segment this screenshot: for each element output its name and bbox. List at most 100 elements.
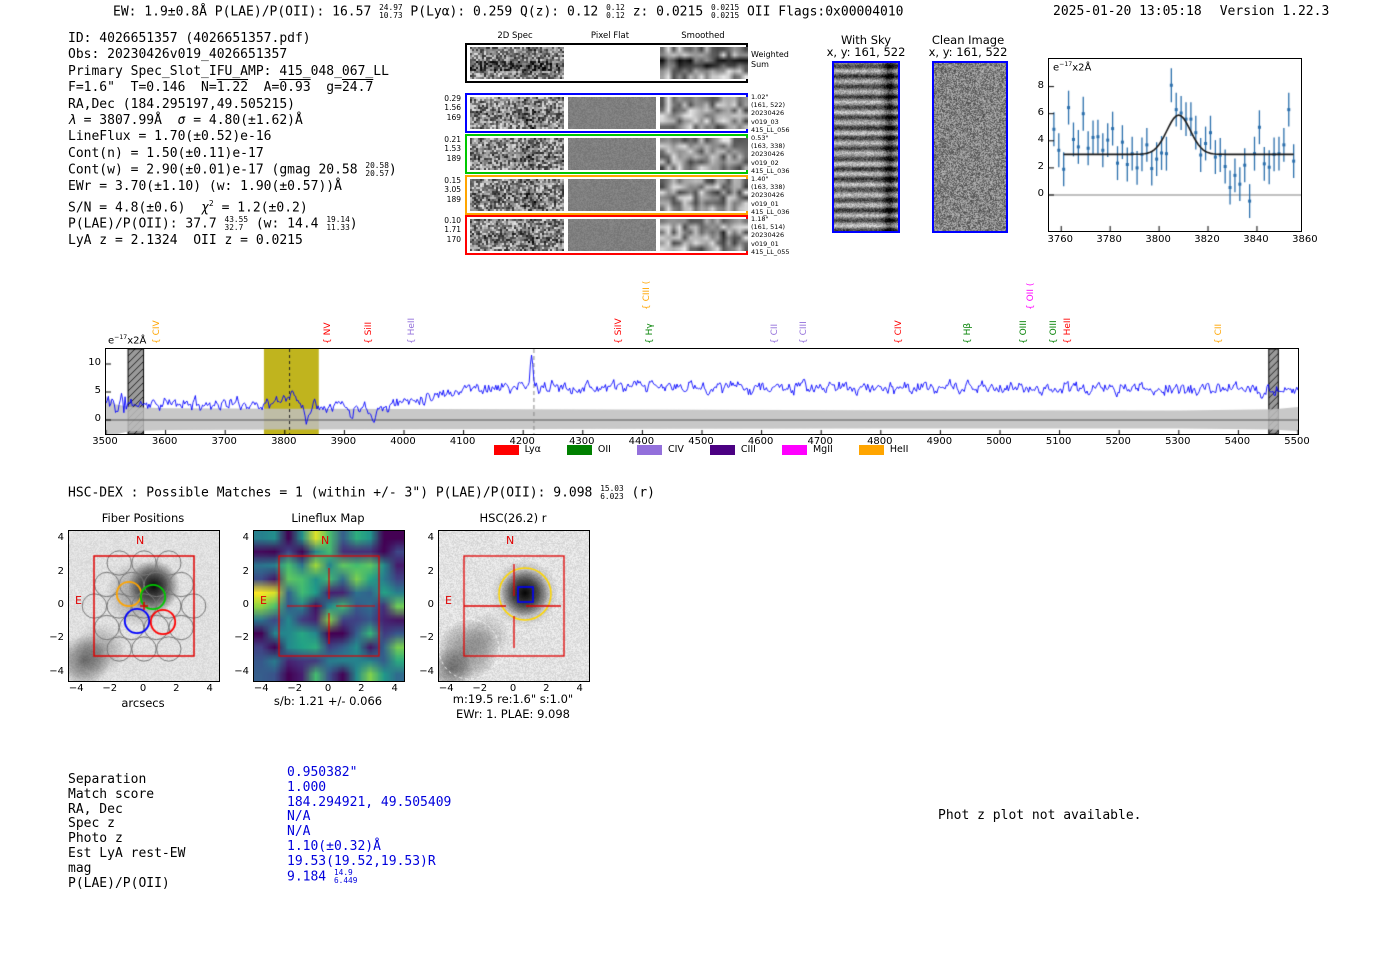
compass-n: N [506,534,515,547]
axis-tick-label: 3820 [1194,234,1220,245]
spec2d-image [470,219,564,251]
hsc-match-summary: HSC-DEX : Possible Matches = 1 (within +… [68,484,656,502]
axis-tick-label: 2 [358,683,365,694]
fiber-cutout-row [465,134,748,174]
full-spectrum-canvas [105,348,1299,435]
axis-tick-label: 4 [1037,133,1044,145]
pixel-flat-image [568,47,656,79]
axis-tick-label: 0 [1037,188,1044,199]
report-timestamp: 2025-01-20 13:05:18 Version 1.22.3 [1053,4,1329,19]
pixel-flat-image [568,138,656,170]
detection-info-block: ID: 4026651357 (4026651357.pdf) Obs: 2023… [68,31,397,250]
axis-tick-label: 5 [94,385,101,396]
info-line: Cont(n) = 1.50(±0.11)e-17 [68,145,264,161]
emission-line-label: { NV [322,322,333,344]
smoothed-image [660,47,748,79]
panel-caption: EWr: 1. PLAE: 9.098 [456,707,570,721]
axis-tick-label: −2 [102,683,118,694]
axis-tick-label: 8 [1037,79,1044,91]
axis-tick-label: 4100 [449,436,476,447]
axis-tick-label: 4200 [509,436,535,447]
lineflux-map-image [253,530,405,682]
emission-line-label: { HeII [1062,317,1073,344]
smoothed-image [660,138,748,170]
axis-tick-label: 5300 [1165,436,1191,447]
match-row-value: 0.950382" [287,765,358,780]
axis-tick-label: −2 [287,683,303,694]
match-row-value: N/A [287,809,311,825]
stacked-fraction: 0.12 0.12 [606,3,625,21]
fiber-weights-label: 0.21 1.53 189 [444,135,461,163]
axis-tick-label: 3840 [1243,234,1269,245]
info-line: S/N = 4.8(±0.6) χ2 = 1.2(±0.2) [68,198,308,215]
spec2d-image [470,97,564,129]
axis-tick-label: 4800 [867,436,893,447]
panel-caption: m:19.5 re:1.6" s:1.0" [452,692,574,706]
info-line: Cont(w) = 2.90(±0.01)e-17 (gmag 20.58 20… [68,161,397,179]
hsc-cutout-image [438,530,590,682]
clean-image [932,61,1008,233]
fiber-annotation: 1.40" (163, 338) 20230426 v019_01 415_LL_036 [751,175,790,216]
axis-tick-label: 2 [427,565,434,577]
info-line: ID: 4026651357 (4026651357.pdf) [68,31,311,46]
info-line: Primary Spec_Slot_IFU_AMP: 415_048_067_L… [68,63,389,79]
compass-e: E [75,594,82,607]
emission-line-label: { HeII [406,317,417,344]
emission-line-label: { OII ( [1025,282,1036,310]
axis-tick-label: 0 [139,683,147,694]
info-line: P(LAE)/P(OII): 37.7 43.55 32.7 (w: 14.4 1… [68,215,358,233]
spec2d-column-header: Smoothed [681,31,725,41]
match-row-value: 1.000 [287,779,327,795]
pixel-flat-image [568,97,656,129]
emission-line-label: { CIII ( [642,280,653,310]
axis-tick-label: 5100 [1045,436,1072,447]
smoothed-image [660,97,748,129]
compass-n: N [136,534,145,547]
axis-tick-label: −2 [472,683,488,694]
match-row-label: RA, Dec [68,801,123,817]
match-row-value: 9.184 14.9 6.449 [287,867,358,885]
axis-tick-label: 2 [173,683,180,694]
emission-line-label: { CIII [799,321,810,344]
stacked-fraction: 24.97 10.73 [379,3,403,21]
axis-tick-label: −4 [68,683,84,694]
axis-label-arcsecs: arcsecs [121,696,165,710]
axis-tick-label: 0 [57,599,64,610]
panel-caption: s/b: 1.21 +/- 0.066 [273,694,383,708]
axis-tick-label: 4 [57,532,64,544]
axis-tick-label: 4000 [390,436,416,447]
axis-tick-label: 3900 [330,436,357,447]
emission-line-label: { SiIV [614,318,625,344]
axis-tick-label: 3760 [1047,234,1073,245]
pixel-flat-image [568,219,656,251]
stacked-fraction: 43.55 32.7 [224,215,249,233]
match-row-label: Spec z [68,816,115,832]
axis-tick-label: 4300 [569,436,595,447]
axis-tick-label: 5500 [1284,436,1310,447]
fiber-annotation: 1.02" (161, 522) 20230426 v019_03 415_LL_056 [751,93,790,134]
axis-tick-label: 0 [94,413,101,424]
axis-tick-label: 5200 [1105,436,1131,447]
fiber-weights-label: 0.10 1.71 170 [444,216,461,244]
info-line: F=1.6" T=0.146 N=1.22 A=0.93 g=24.7 [68,80,374,96]
spec2d-image [470,47,564,79]
match-row-label: mag [68,860,92,876]
spec2d-image [470,179,564,211]
report-datetime: 2025-01-20 13:05:18 [1053,4,1202,19]
axis-tick-label: 3800 [1145,234,1171,245]
fiber-cutout-row [465,93,748,133]
fiber-cutout-row [465,215,748,255]
axis-tick-label: −4 [234,665,249,677]
smoothed-image [660,179,748,211]
axis-tick-label: 3800 [271,436,297,447]
info-line: LyA z = 2.1324 OII z = 0.0215 [68,233,303,249]
axis-tick-label: −2 [49,632,64,644]
spec2d-column-header: Pixel Flat [590,31,630,41]
emission-line-label: { Hγ [645,323,656,344]
axis-tick-label: 0 [427,599,434,610]
emission-line-label: { CIV [893,320,904,344]
axis-tick-label: 3500 [92,436,118,447]
axis-tick-label: 4 [206,683,213,694]
panel-title: HSC(26.2) r [479,511,547,525]
emission-line-label: { SiII [364,321,375,344]
